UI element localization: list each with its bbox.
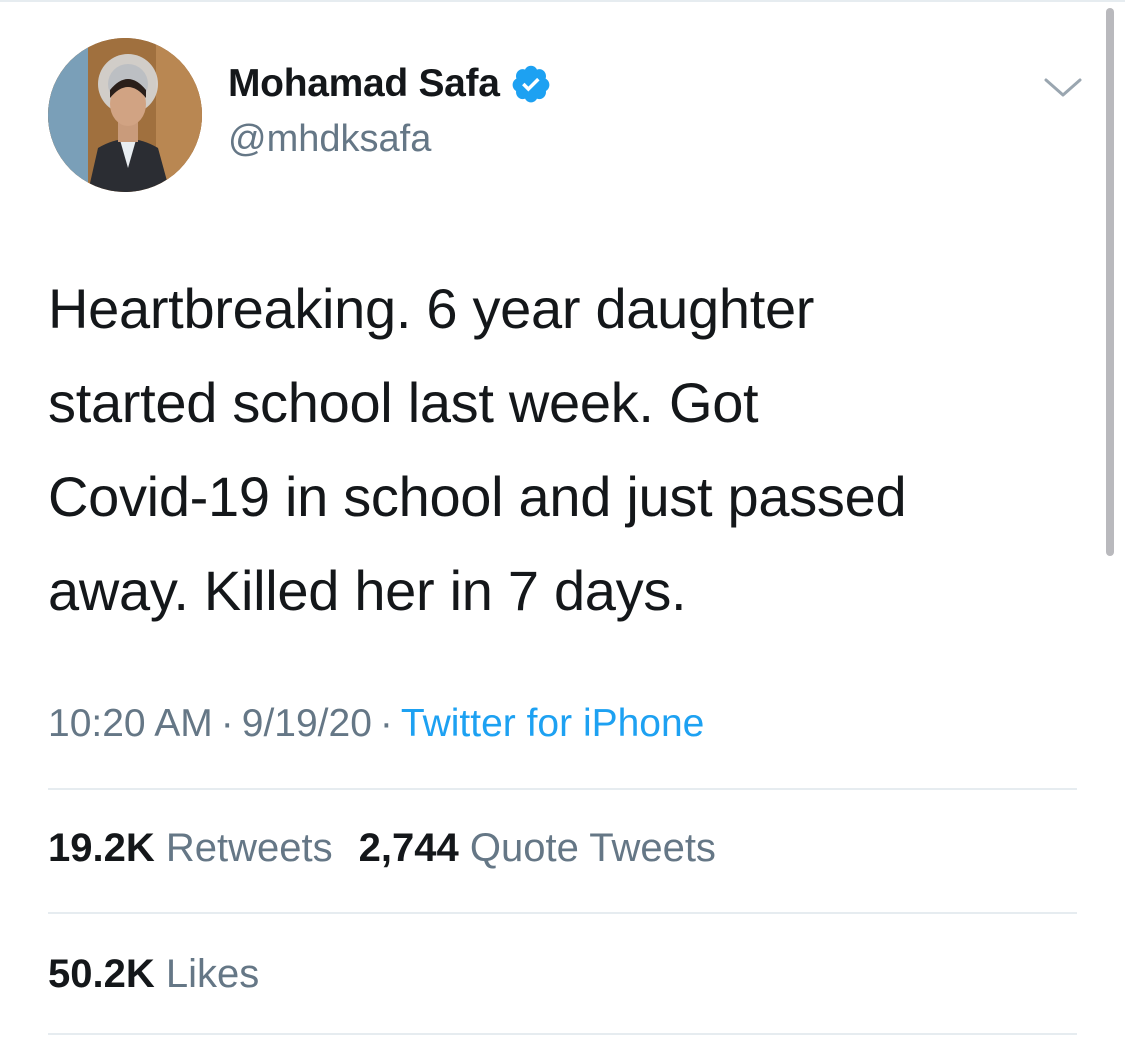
retweets-label: Retweets — [165, 826, 333, 870]
author-name-row[interactable]: Mohamad Safa — [228, 62, 552, 106]
tweet-metadata: 10:20 AM · 9/19/20 · Twitter for iPhone — [48, 702, 704, 746]
likes-label: Likes — [165, 952, 260, 996]
quote-tweets-count: 2,744 — [358, 826, 459, 870]
avatar[interactable] — [48, 38, 202, 192]
divider — [48, 912, 1077, 914]
meta-separator: · — [220, 702, 234, 745]
display-name[interactable]: Mohamad Safa — [228, 62, 500, 106]
scrollbar[interactable] — [1106, 8, 1114, 556]
divider — [48, 788, 1077, 790]
tweet-detail-view: Mohamad Safa @mhdksafa Heartbreaking. 6 … — [0, 0, 1125, 1038]
tweet-text: Heartbreaking. 6 year daughter started s… — [48, 262, 1058, 638]
likes-count: 50.2K — [48, 952, 155, 996]
retweets-count: 19.2K — [48, 826, 155, 870]
divider — [48, 1033, 1077, 1035]
engagement-stats: 19.2K Retweets 2,744 Quote Tweets — [48, 826, 716, 871]
retweets-stat[interactable]: 19.2K Retweets — [48, 826, 333, 870]
tweet-line: Covid-19 in school and just passed — [48, 465, 907, 528]
tweet-line: started school last week. Got — [48, 371, 759, 434]
tweet-date: 9/19/20 — [241, 702, 372, 745]
top-divider — [0, 0, 1125, 2]
tweet-time: 10:20 AM — [48, 702, 213, 745]
quote-tweets-stat[interactable]: 2,744 Quote Tweets — [359, 826, 716, 870]
meta-separator: · — [379, 702, 393, 745]
likes-stat[interactable]: 50.2K Likes — [48, 952, 259, 997]
chevron-down-icon[interactable] — [1040, 72, 1086, 102]
tweet-source-link[interactable]: Twitter for iPhone — [401, 702, 704, 745]
verified-badge-icon — [510, 63, 552, 105]
tweet-line: Heartbreaking. 6 year daughter — [48, 277, 815, 340]
quote-tweets-label: Quote Tweets — [469, 826, 716, 870]
user-handle[interactable]: @mhdksafa — [228, 118, 431, 161]
tweet-line: away. Killed her in 7 days. — [48, 559, 687, 622]
